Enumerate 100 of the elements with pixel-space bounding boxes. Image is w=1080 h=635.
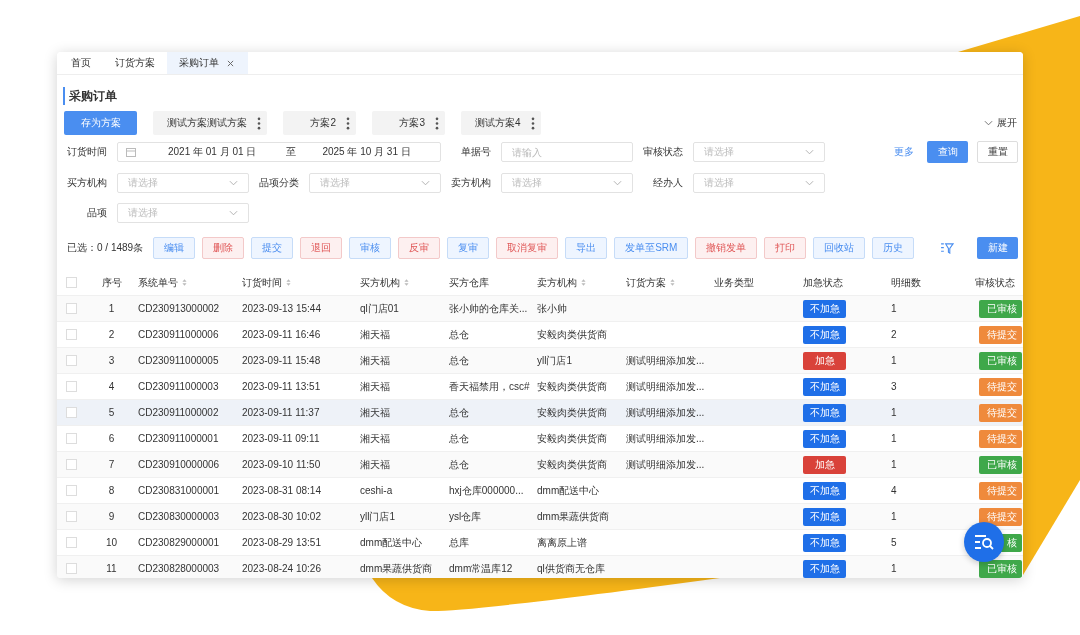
table-cell: ysl仓库	[449, 509, 482, 524]
checkbox[interactable]	[66, 407, 77, 418]
checkbox[interactable]	[66, 381, 77, 392]
table-cell: 总仓	[449, 431, 469, 446]
table-row[interactable]: 11 CD230828000003 2023-08-24 10:26 dmm果蔬供货商 dmm常温库12 ql供货商无仓库 不加急 1 已审核	[57, 556, 1023, 578]
plan-tab[interactable]: 方案3	[372, 111, 445, 135]
more-icon[interactable]	[257, 116, 261, 130]
table-cell: 3	[108, 355, 115, 366]
table-cell: 1	[891, 355, 897, 366]
sort-icon[interactable]	[286, 278, 291, 287]
new-button[interactable]: 新建	[977, 237, 1018, 259]
checkbox[interactable]	[66, 277, 77, 288]
table-row[interactable]: 7 CD230910000006 2023-09-10 11:50 湘天福 总仓 安毅肉类供货商 测试明细添加发... 加急 1 已审核	[57, 452, 1023, 478]
table-cell: 2023-08-24 10:26	[242, 563, 321, 574]
more-link[interactable]: 更多	[894, 145, 914, 159]
select-field[interactable]: 请选择	[501, 173, 633, 193]
column-settings-icon[interactable]	[941, 242, 954, 254]
search-list-icon[interactable]	[974, 534, 994, 550]
select-field[interactable]: 请选择	[309, 173, 441, 193]
more-icon[interactable]	[435, 116, 439, 130]
action-button[interactable]: 退回	[300, 237, 343, 259]
table-cell: 湘天福	[360, 379, 390, 394]
action-button[interactable]: 发单至SRM	[614, 237, 689, 259]
chevron-down-icon[interactable]	[229, 210, 238, 216]
action-button[interactable]: 编辑	[153, 237, 196, 259]
table-cell: 湘天福	[360, 405, 390, 420]
calendar-icon	[126, 147, 136, 157]
checkbox[interactable]	[66, 433, 77, 444]
page-tab[interactable]: 首页	[59, 52, 103, 74]
query-button[interactable]: 查询	[927, 141, 968, 163]
select-field[interactable]: 请选择	[693, 173, 825, 193]
action-button[interactable]: 打印	[764, 237, 807, 259]
checkbox[interactable]	[66, 459, 77, 470]
checkbox[interactable]	[66, 511, 77, 522]
field-label: 经办人	[653, 176, 684, 190]
checkbox[interactable]	[66, 537, 77, 548]
more-icon[interactable]	[530, 116, 535, 130]
checkbox[interactable]	[66, 303, 77, 314]
page-tab[interactable]: 订货方案	[103, 52, 167, 74]
table-cell: 湘天福	[360, 327, 390, 342]
checkbox[interactable]	[66, 355, 77, 366]
chevron-down-icon[interactable]	[805, 180, 814, 186]
expand-toggle[interactable]: 展开	[984, 116, 1017, 130]
table-cell: 张小帅的仓库关...	[449, 301, 528, 316]
select-field[interactable]: 请选择	[117, 203, 249, 223]
table-row[interactable]: 5 CD230911000002 2023-09-11 11:37 湘天福 总仓 安毅肉类供货商 测试明细添加发... 不加急 1 待提交	[57, 400, 1023, 426]
chevron-down-icon[interactable]	[613, 180, 622, 186]
save-plan-button[interactable]: 存为方案	[64, 111, 137, 135]
table-cell: 离离原上谱	[537, 535, 587, 550]
date-range-field[interactable]: 2021 年 01 月 01 日 至 2025 年 10 月 31 日	[117, 142, 441, 162]
select-field[interactable]: 请选择	[117, 173, 249, 193]
input-field[interactable]: 请输入	[501, 142, 633, 162]
column-header: 卖方机构	[537, 275, 577, 290]
close-icon[interactable]	[227, 59, 234, 67]
action-button[interactable]: 撤销发单	[695, 237, 758, 259]
table-cell: 湘天福	[360, 431, 390, 446]
sort-icon[interactable]	[670, 278, 675, 287]
sort-icon[interactable]	[581, 278, 586, 287]
table-cell: 2023-09-10 11:50	[242, 459, 321, 470]
plan-tab[interactable]: 测试方案4	[461, 111, 541, 135]
table-row[interactable]: 9 CD230830000003 2023-08-30 10:02 yll门店1 ysl仓库 dmm果蔬供货商 不加急 1 待提交	[57, 504, 1023, 530]
plan-tab[interactable]: 测试方案测试方案	[153, 111, 267, 135]
checkbox[interactable]	[66, 329, 77, 340]
chevron-down-icon[interactable]	[805, 149, 814, 155]
status-tag: 已审核	[979, 455, 1022, 474]
sort-icon[interactable]	[404, 278, 409, 287]
table-cell: 香天福禁用，csc#	[449, 379, 530, 394]
action-button[interactable]: 反审	[398, 237, 441, 259]
status-tag: 待提交	[979, 507, 1022, 526]
reset-button[interactable]: 重置	[977, 141, 1018, 163]
table-cell: 2023-09-13 15:44	[242, 303, 321, 314]
chevron-down-icon[interactable]	[984, 120, 993, 126]
action-button[interactable]: 导出	[565, 237, 608, 259]
table-cell: 2023-09-11 13:51	[242, 381, 321, 392]
table-row[interactable]: 1 CD230913000002 2023-09-13 15:44 ql门店01 张小帅的仓库关... 张小帅 不加急 1 已审核	[57, 296, 1023, 322]
select-field[interactable]: 请选择	[693, 142, 825, 162]
table-cell: 测试明细添加发...	[626, 457, 705, 472]
page-tab[interactable]: 采购订单	[167, 52, 248, 74]
table-cell: dmm常温库12	[449, 561, 513, 576]
action-button[interactable]: 取消复审	[496, 237, 559, 259]
chevron-down-icon[interactable]	[421, 180, 430, 186]
action-button[interactable]: 删除	[202, 237, 245, 259]
action-button[interactable]: 历史	[872, 237, 915, 259]
action-button[interactable]: 提交	[251, 237, 294, 259]
chevron-down-icon[interactable]	[229, 180, 238, 186]
table-cell: CD230913000002	[138, 303, 220, 314]
more-icon[interactable]	[346, 116, 350, 130]
checkbox[interactable]	[66, 563, 77, 574]
action-button[interactable]: 回收站	[813, 237, 866, 259]
sort-icon[interactable]	[182, 278, 187, 287]
table-row[interactable]: 3 CD230911000005 2023-09-11 15:48 湘天福 总仓 yll门店1 测试明细添加发... 加急 1 已审核	[57, 348, 1023, 374]
action-button[interactable]: 审核	[349, 237, 392, 259]
field-label: 品项分类	[259, 176, 300, 190]
table-cell: 1	[108, 303, 115, 314]
status-tag: 已审核	[979, 351, 1022, 370]
table-cell: 8	[108, 485, 115, 496]
plan-tab[interactable]: 方案2	[283, 111, 356, 135]
checkbox[interactable]	[66, 485, 77, 496]
action-button[interactable]: 复审	[447, 237, 490, 259]
table-cell: 2023-09-11 09:11	[242, 433, 320, 444]
